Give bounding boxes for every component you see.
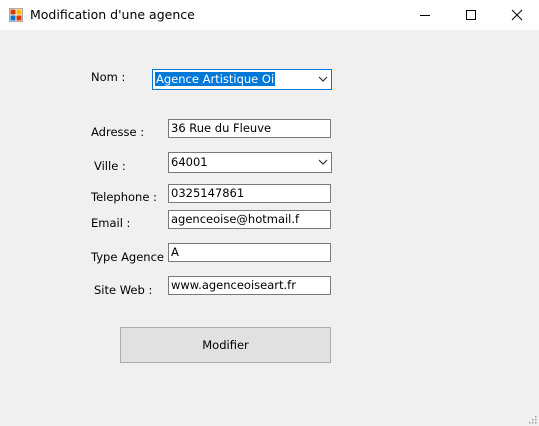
telephone-label: Telephone : [91,190,157,204]
minimize-button[interactable] [402,0,448,30]
type-agence-input[interactable]: A [168,243,331,262]
app-icon [8,7,24,23]
nom-label: Nom : [91,70,126,84]
ville-value: 64001 [171,155,208,169]
maximize-button[interactable] [448,0,494,30]
close-icon [511,9,523,21]
nom-combobox[interactable]: Agence Artistique Oi [152,69,332,90]
nom-selected-text: Agence Artistique Oi [155,72,276,86]
window-title: Modification d'une agence [30,7,195,22]
close-button[interactable] [494,0,539,30]
chevron-down-icon [318,159,328,165]
modifier-button[interactable]: Modifier [120,327,331,363]
type-agence-label: Type Agence : [91,250,172,264]
minimize-icon [420,15,430,16]
ville-combobox[interactable]: 64001 [168,152,332,173]
resize-grip-icon[interactable] [529,416,537,424]
adresse-input[interactable]: 36 Rue du Fleuve [168,119,331,138]
site-web-label: Site Web : [94,283,153,297]
adresse-label: Adresse : [91,125,145,139]
site-web-input[interactable]: www.agenceoiseart.fr [168,276,331,295]
email-input[interactable]: agenceoise@hotmail.f [168,210,331,229]
email-label: Email : [91,216,131,230]
title-bar: Modification d'une agence [0,0,539,30]
ville-label: Ville : [94,159,126,173]
telephone-input[interactable]: 0325147861 [168,184,331,203]
maximize-icon [466,10,476,20]
chevron-down-icon [318,76,328,82]
